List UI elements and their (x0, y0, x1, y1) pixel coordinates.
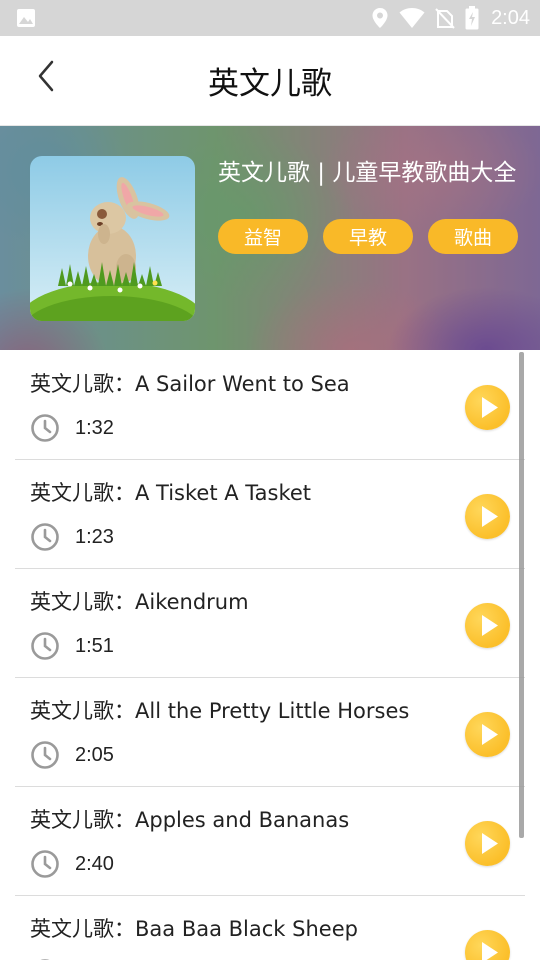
gallery-icon (17, 9, 35, 27)
play-button[interactable] (465, 930, 510, 960)
song-duration: 1:32 (75, 417, 114, 439)
location-icon (372, 8, 388, 28)
play-icon (482, 506, 498, 527)
song-list-item[interactable]: 英文儿歌：All the Pretty Little Horses 2:05 (15, 678, 525, 787)
song-list-item[interactable]: 英文儿歌：Apples and Bananas 2:40 (15, 787, 525, 896)
play-icon (482, 397, 498, 418)
song-list-item[interactable]: 英文儿歌：A Sailor Went to Sea 1:32 (15, 351, 525, 460)
tag-chip[interactable]: 早教 (323, 219, 413, 254)
song-list-item[interactable]: 英文儿歌：Baa Baa Black Sheep (15, 896, 525, 960)
song-list: 英文儿歌：A Sailor Went to Sea 1:32 英文儿歌：A Ti… (0, 351, 540, 960)
song-title: 英文儿歌：Baa Baa Black Sheep (30, 917, 358, 941)
song-title: 英文儿歌：A Tisket A Tasket (30, 481, 312, 505)
play-button[interactable] (465, 385, 510, 430)
list-scrollbar[interactable] (519, 352, 524, 838)
play-button[interactable] (465, 603, 510, 648)
page-title: 英文儿歌 (208, 66, 332, 102)
song-title: 英文儿歌：A Sailor Went to Sea (30, 372, 350, 396)
clock-icon (31, 523, 59, 551)
clock-icon (31, 414, 59, 442)
play-icon (482, 615, 498, 636)
wifi-icon (399, 8, 425, 28)
song-title: 英文儿歌：Aikendrum (30, 590, 249, 614)
clock-icon (31, 850, 59, 878)
clock-icon (31, 741, 59, 769)
play-button[interactable] (465, 494, 510, 539)
tag-list: 益智 早教 歌曲 (218, 219, 518, 254)
play-icon (482, 833, 498, 854)
play-icon (482, 724, 498, 745)
album-banner: 英文儿歌 | 儿童早教歌曲大全 益智 早教 歌曲 (0, 126, 540, 350)
song-title: 英文儿歌：All the Pretty Little Horses (30, 699, 410, 723)
song-duration: 1:51 (75, 635, 114, 657)
clock-time: 2:04 (491, 7, 530, 29)
status-bar: 2:04 (0, 0, 540, 36)
song-list-item[interactable]: 英文儿歌：Aikendrum 1:51 (15, 569, 525, 678)
album-cover (30, 156, 195, 321)
no-sim-icon (435, 8, 455, 29)
tag-chip[interactable]: 歌曲 (428, 219, 518, 254)
album-title: 英文儿歌 | 儿童早教歌曲大全 (218, 160, 517, 186)
play-icon (482, 942, 498, 960)
play-button[interactable] (465, 821, 510, 866)
app-header: 英文儿歌 (0, 36, 540, 126)
bunny-illustration (30, 156, 195, 321)
tag-chip[interactable]: 益智 (218, 219, 308, 254)
song-title: 英文儿歌：Apples and Bananas (30, 808, 350, 832)
song-duration: 1:23 (75, 526, 114, 548)
song-duration: 2:05 (75, 744, 114, 766)
battery-charging-icon (465, 6, 479, 30)
clock-icon (31, 632, 59, 660)
song-duration: 2:40 (75, 853, 114, 875)
song-list-item[interactable]: 英文儿歌：A Tisket A Tasket 1:23 (15, 460, 525, 569)
status-icons: 2:04 (371, 5, 530, 31)
play-button[interactable] (465, 712, 510, 757)
